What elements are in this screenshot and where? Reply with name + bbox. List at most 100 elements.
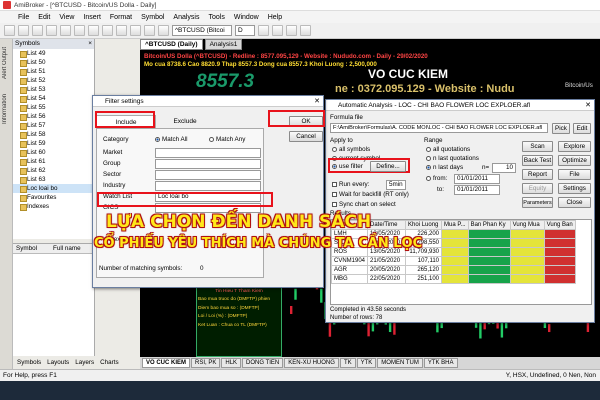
sheet-tab-rsi[interactable]: RSI, PK [191,358,221,368]
menu-file[interactable]: File [18,14,29,21]
symbol-tree-item[interactable]: List 55 [13,103,94,112]
pick-button[interactable]: Pick [552,123,570,134]
symbol-tree-item[interactable]: List 49 [13,49,94,58]
symbol-tree-item[interactable]: List 52 [13,76,94,85]
edit-button[interactable]: Edit [573,123,591,134]
zoom-out-icon[interactable] [130,25,141,36]
optimize-button[interactable]: Optimize [558,155,591,166]
zoom-in-icon[interactable] [116,25,127,36]
symbol-tree-item[interactable]: List 62 [13,166,94,175]
tab-charts[interactable]: Charts [100,359,119,366]
results-column-header[interactable]: Khoi Luong [405,220,443,230]
table-row[interactable]: MBG 22/05/2020 251,100 [331,274,576,284]
filter-row-select[interactable] [155,148,261,158]
menu-symbol[interactable]: Symbol [141,14,164,21]
parameters-button[interactable]: Parameters [522,197,553,208]
menu-format[interactable]: Format [110,14,132,21]
settings-icon[interactable] [300,25,311,36]
symbol-column-header[interactable]: Symbol [13,244,53,253]
sync-chart-checkbox[interactable]: Sync chart on select [332,201,396,208]
close-icon[interactable]: ✕ [585,100,591,111]
symbol-tree-item[interactable]: List 59 [13,139,94,148]
last-days-radio[interactable]: n last days [426,164,463,171]
link-icon[interactable] [258,25,269,36]
table-row[interactable]: CVNM1904 21/05/2020 107,110 [331,256,576,266]
file-button[interactable]: File [558,169,591,180]
open-icon[interactable] [18,25,29,36]
close-icon[interactable]: × [88,39,92,49]
from-date-field[interactable]: 01/01/2011 [454,174,500,184]
close-icon[interactable]: ✕ [314,96,320,107]
menu-help[interactable]: Help [268,14,282,21]
define-filter-button[interactable]: Define... [370,161,406,172]
table-row[interactable]: AGR 20/05/2020 265,120 [331,265,576,275]
settings-button[interactable]: Settings [558,183,591,194]
symbol-tree-item[interactable]: Loc loai bo [13,184,94,193]
menu-insert[interactable]: Insert [83,14,101,21]
results-column-header[interactable]: Date/Time [367,220,407,230]
symbol-tree-item[interactable]: Indexes [13,202,94,211]
tab-btcusd-daily[interactable]: ^BTCUSD (Daily) [140,39,203,50]
last-quotations-radio[interactable]: n last quotations [426,155,479,162]
results-column-header[interactable]: Ban Phan Ky [467,220,511,230]
results-column-header[interactable]: Vung Ban [543,220,576,230]
chart-type-icon[interactable] [144,25,155,36]
menu-edit[interactable]: Edit [38,14,50,21]
symbol-tree-item[interactable]: List 53 [13,85,94,94]
symbol-tree-item[interactable]: List 50 [13,58,94,67]
equity-button[interactable]: Equity [522,183,553,194]
to-date-field[interactable]: 01/01/2011 [454,185,500,195]
match-all-radio[interactable]: Match All [155,136,188,143]
match-any-radio[interactable]: Match Any [209,136,245,143]
close-button[interactable]: Close [558,197,591,208]
results-column-header[interactable]: Mua P... [441,220,469,230]
run-every-checkbox[interactable]: Run every: [332,181,369,188]
sheet-tab-momentum[interactable]: MOMEN TUM [377,358,423,368]
n-value-field[interactable]: 10 [492,163,516,173]
tab-layouts[interactable]: Layouts [47,359,69,366]
filter-row-select[interactable] [155,170,261,180]
symbol-combo[interactable]: ^BTCUSD (Bitcoi [172,25,232,36]
scan-button[interactable]: Scan [522,141,553,152]
symbols-tree[interactable]: List 49 List 50 List 51 List 52 List 53 List … [13,49,94,211]
save-icon[interactable] [32,25,43,36]
undo-icon[interactable] [102,25,113,36]
sheet-tab-hlk[interactable]: HLK [221,358,242,368]
menu-tools[interactable]: Tools [209,14,225,21]
symbol-tree-item[interactable]: List 63 [13,175,94,184]
tab-exclude[interactable]: Exclude [157,116,213,128]
layout-icon[interactable] [272,25,283,36]
new-icon[interactable] [4,25,15,36]
cut-icon[interactable] [60,25,71,36]
menu-view[interactable]: View [59,14,74,21]
symbol-tree-item[interactable]: List 54 [13,94,94,103]
all-quotations-radio[interactable]: all quotations [426,146,470,153]
symbol-tree-item[interactable]: List 57 [13,121,94,130]
symbol-tree-item[interactable]: List 60 [13,148,94,157]
refresh-icon[interactable] [286,25,297,36]
tab-layers[interactable]: Layers [75,359,94,366]
formula-path-field[interactable]: F:\AmiBroker\Formulas\A. CODE MOI\LOC - … [330,123,548,133]
report-button[interactable]: Report [522,169,553,180]
symbol-tree-item[interactable]: List 56 [13,112,94,121]
alert-output-tab[interactable]: Alert Output [2,47,8,79]
back-test-button[interactable]: Back Test [522,155,553,166]
symbol-grid[interactable]: Symbol Full name [13,243,95,356]
symbol-tree-item[interactable]: Favourites [13,193,94,202]
results-column-header[interactable]: Vung Mua [509,220,545,230]
menu-analysis[interactable]: Analysis [173,14,199,21]
information-tab[interactable]: Information [2,94,8,124]
from-radio[interactable]: from: [426,175,447,182]
cancel-button[interactable]: Cancel [289,131,323,142]
copy-icon[interactable] [74,25,85,36]
explore-button[interactable]: Explore [558,141,591,152]
tab-analysis1[interactable]: Analysis1 [204,39,243,50]
draw-line-icon[interactable] [158,25,169,36]
wait-backfill-checkbox[interactable]: Wait for backfill (RT only) [332,191,409,198]
menu-window[interactable]: Window [234,14,259,21]
filter-row-select[interactable] [155,159,261,169]
symbol-tree-item[interactable]: List 51 [13,67,94,76]
fullname-column-header[interactable]: Full name [53,244,81,253]
run-every-field[interactable]: 5min [386,180,406,190]
all-symbols-radio[interactable]: all symbols [332,146,370,153]
